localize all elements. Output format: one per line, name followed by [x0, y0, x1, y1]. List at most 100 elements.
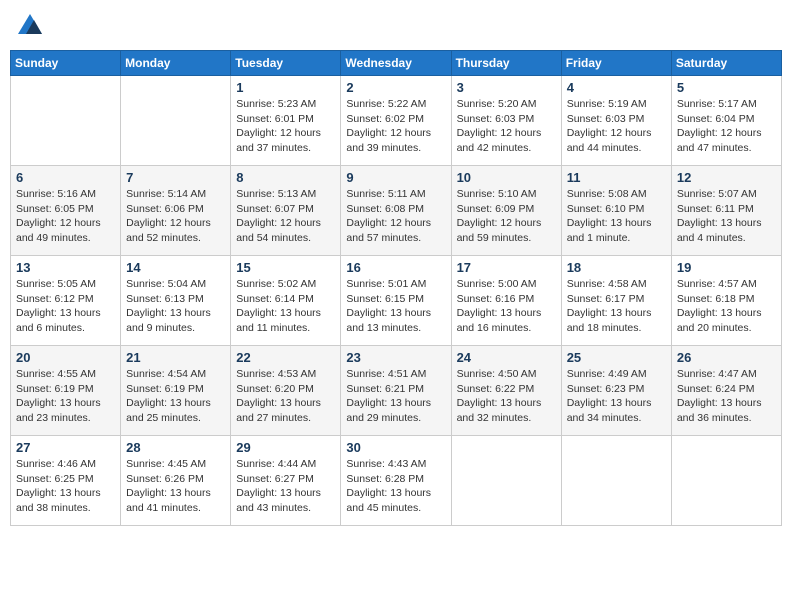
calendar-cell: 20 Sunrise: 4:55 AMSunset: 6:19 PMDayligh…	[11, 346, 121, 436]
day-info: Sunrise: 4:46 AMSunset: 6:25 PMDaylight:…	[16, 457, 115, 516]
day-number: 19	[677, 260, 776, 275]
day-info: Sunrise: 5:00 AMSunset: 6:16 PMDaylight:…	[457, 277, 556, 336]
day-number: 3	[457, 80, 556, 95]
day-number: 15	[236, 260, 335, 275]
calendar-cell: 10 Sunrise: 5:10 AMSunset: 6:09 PMDayligh…	[451, 166, 561, 256]
calendar-cell: 27 Sunrise: 4:46 AMSunset: 6:25 PMDayligh…	[11, 436, 121, 526]
day-info: Sunrise: 5:05 AMSunset: 6:12 PMDaylight:…	[16, 277, 115, 336]
day-info: Sunrise: 4:49 AMSunset: 6:23 PMDaylight:…	[567, 367, 666, 426]
calendar-cell: 14 Sunrise: 5:04 AMSunset: 6:13 PMDayligh…	[121, 256, 231, 346]
day-number: 24	[457, 350, 556, 365]
day-header-monday: Monday	[121, 51, 231, 76]
day-info: Sunrise: 4:45 AMSunset: 6:26 PMDaylight:…	[126, 457, 225, 516]
day-number: 4	[567, 80, 666, 95]
calendar-cell	[561, 436, 671, 526]
day-info: Sunrise: 5:10 AMSunset: 6:09 PMDaylight:…	[457, 187, 556, 246]
calendar-cell: 18 Sunrise: 4:58 AMSunset: 6:17 PMDayligh…	[561, 256, 671, 346]
day-info: Sunrise: 5:16 AMSunset: 6:05 PMDaylight:…	[16, 187, 115, 246]
calendar-cell: 4 Sunrise: 5:19 AMSunset: 6:03 PMDaylight…	[561, 76, 671, 166]
calendar-week-5: 27 Sunrise: 4:46 AMSunset: 6:25 PMDayligh…	[11, 436, 782, 526]
day-info: Sunrise: 5:02 AMSunset: 6:14 PMDaylight:…	[236, 277, 335, 336]
calendar-cell: 2 Sunrise: 5:22 AMSunset: 6:02 PMDaylight…	[341, 76, 451, 166]
calendar-cell: 24 Sunrise: 4:50 AMSunset: 6:22 PMDayligh…	[451, 346, 561, 436]
day-info: Sunrise: 4:53 AMSunset: 6:20 PMDaylight:…	[236, 367, 335, 426]
calendar-cell: 7Sunrise: 5:14 AMSunset: 6:06 PMDaylight…	[121, 166, 231, 256]
day-number: 2	[346, 80, 445, 95]
calendar-header-row: SundayMondayTuesdayWednesdayThursdayFrid…	[11, 51, 782, 76]
day-number: 1	[236, 80, 335, 95]
day-info: Sunrise: 4:47 AMSunset: 6:24 PMDaylight:…	[677, 367, 776, 426]
calendar-week-1: 1 Sunrise: 5:23 AMSunset: 6:01 PMDaylight…	[11, 76, 782, 166]
day-info: Sunrise: 5:22 AMSunset: 6:02 PMDaylight:…	[346, 97, 445, 156]
calendar-cell: 11Sunrise: 5:08 AMSunset: 6:10 PMDayligh…	[561, 166, 671, 256]
day-number: 12	[677, 170, 776, 185]
day-header-wednesday: Wednesday	[341, 51, 451, 76]
day-info: Sunrise: 5:07 AMSunset: 6:11 PMDaylight:…	[677, 187, 776, 246]
calendar-cell: 9Sunrise: 5:11 AMSunset: 6:08 PMDaylight…	[341, 166, 451, 256]
day-info: Sunrise: 5:23 AMSunset: 6:01 PMDaylight:…	[236, 97, 335, 156]
day-info: Sunrise: 5:19 AMSunset: 6:03 PMDaylight:…	[567, 97, 666, 156]
day-number: 25	[567, 350, 666, 365]
calendar-cell: 22 Sunrise: 4:53 AMSunset: 6:20 PMDayligh…	[231, 346, 341, 436]
calendar-cell: 28Sunrise: 4:45 AMSunset: 6:26 PMDayligh…	[121, 436, 231, 526]
day-info: Sunrise: 5:08 AMSunset: 6:10 PMDaylight:…	[567, 187, 666, 246]
calendar-cell: 30Sunrise: 4:43 AMSunset: 6:28 PMDayligh…	[341, 436, 451, 526]
calendar-cell: 16 Sunrise: 5:01 AMSunset: 6:15 PMDayligh…	[341, 256, 451, 346]
day-info: Sunrise: 4:51 AMSunset: 6:21 PMDaylight:…	[346, 367, 445, 426]
day-info: Sunrise: 5:14 AMSunset: 6:06 PMDaylight:…	[126, 187, 225, 246]
day-number: 8	[236, 170, 335, 185]
calendar-cell: 23 Sunrise: 4:51 AMSunset: 6:21 PMDayligh…	[341, 346, 451, 436]
calendar-cell	[121, 76, 231, 166]
logo	[14, 10, 48, 42]
day-number: 27	[16, 440, 115, 455]
day-header-thursday: Thursday	[451, 51, 561, 76]
day-number: 20	[16, 350, 115, 365]
calendar-cell: 15 Sunrise: 5:02 AMSunset: 6:14 PMDayligh…	[231, 256, 341, 346]
calendar-cell: 17 Sunrise: 5:00 AMSunset: 6:16 PMDayligh…	[451, 256, 561, 346]
day-number: 29	[236, 440, 335, 455]
day-header-tuesday: Tuesday	[231, 51, 341, 76]
day-info: Sunrise: 4:58 AMSunset: 6:17 PMDaylight:…	[567, 277, 666, 336]
calendar-week-2: 6 Sunrise: 5:16 AMSunset: 6:05 PMDaylight…	[11, 166, 782, 256]
day-number: 17	[457, 260, 556, 275]
day-info: Sunrise: 4:44 AMSunset: 6:27 PMDaylight:…	[236, 457, 335, 516]
day-number: 10	[457, 170, 556, 185]
day-number: 22	[236, 350, 335, 365]
day-info: Sunrise: 4:57 AMSunset: 6:18 PMDaylight:…	[677, 277, 776, 336]
calendar-cell: 19 Sunrise: 4:57 AMSunset: 6:18 PMDayligh…	[671, 256, 781, 346]
day-number: 30	[346, 440, 445, 455]
calendar-cell: 12 Sunrise: 5:07 AMSunset: 6:11 PMDayligh…	[671, 166, 781, 256]
day-info: Sunrise: 5:17 AMSunset: 6:04 PMDaylight:…	[677, 97, 776, 156]
day-number: 21	[126, 350, 225, 365]
calendar-cell: 25 Sunrise: 4:49 AMSunset: 6:23 PMDayligh…	[561, 346, 671, 436]
calendar-cell: 21 Sunrise: 4:54 AMSunset: 6:19 PMDayligh…	[121, 346, 231, 436]
calendar-cell	[11, 76, 121, 166]
day-info: Sunrise: 5:01 AMSunset: 6:15 PMDaylight:…	[346, 277, 445, 336]
calendar-cell	[451, 436, 561, 526]
day-info: Sunrise: 4:55 AMSunset: 6:19 PMDaylight:…	[16, 367, 115, 426]
day-info: Sunrise: 5:13 AMSunset: 6:07 PMDaylight:…	[236, 187, 335, 246]
day-header-sunday: Sunday	[11, 51, 121, 76]
day-number: 5	[677, 80, 776, 95]
calendar-cell: 1 Sunrise: 5:23 AMSunset: 6:01 PMDaylight…	[231, 76, 341, 166]
calendar-cell: 6 Sunrise: 5:16 AMSunset: 6:05 PMDaylight…	[11, 166, 121, 256]
day-info: Sunrise: 4:50 AMSunset: 6:22 PMDaylight:…	[457, 367, 556, 426]
calendar-week-4: 20 Sunrise: 4:55 AMSunset: 6:19 PMDayligh…	[11, 346, 782, 436]
day-number: 18	[567, 260, 666, 275]
calendar-cell: 13 Sunrise: 5:05 AMSunset: 6:12 PMDayligh…	[11, 256, 121, 346]
day-number: 16	[346, 260, 445, 275]
day-number: 14	[126, 260, 225, 275]
calendar-cell: 8 Sunrise: 5:13 AMSunset: 6:07 PMDaylight…	[231, 166, 341, 256]
day-info: Sunrise: 5:04 AMSunset: 6:13 PMDaylight:…	[126, 277, 225, 336]
calendar-cell: 29 Sunrise: 4:44 AMSunset: 6:27 PMDayligh…	[231, 436, 341, 526]
day-info: Sunrise: 5:11 AMSunset: 6:08 PMDaylight:…	[346, 187, 445, 246]
day-number: 6	[16, 170, 115, 185]
day-info: Sunrise: 4:54 AMSunset: 6:19 PMDaylight:…	[126, 367, 225, 426]
day-number: 13	[16, 260, 115, 275]
logo-icon	[14, 10, 46, 42]
calendar-table: SundayMondayTuesdayWednesdayThursdayFrid…	[10, 50, 782, 526]
calendar-cell: 5 Sunrise: 5:17 AMSunset: 6:04 PMDaylight…	[671, 76, 781, 166]
calendar-week-3: 13 Sunrise: 5:05 AMSunset: 6:12 PMDayligh…	[11, 256, 782, 346]
day-number: 23	[346, 350, 445, 365]
day-info: Sunrise: 5:20 AMSunset: 6:03 PMDaylight:…	[457, 97, 556, 156]
